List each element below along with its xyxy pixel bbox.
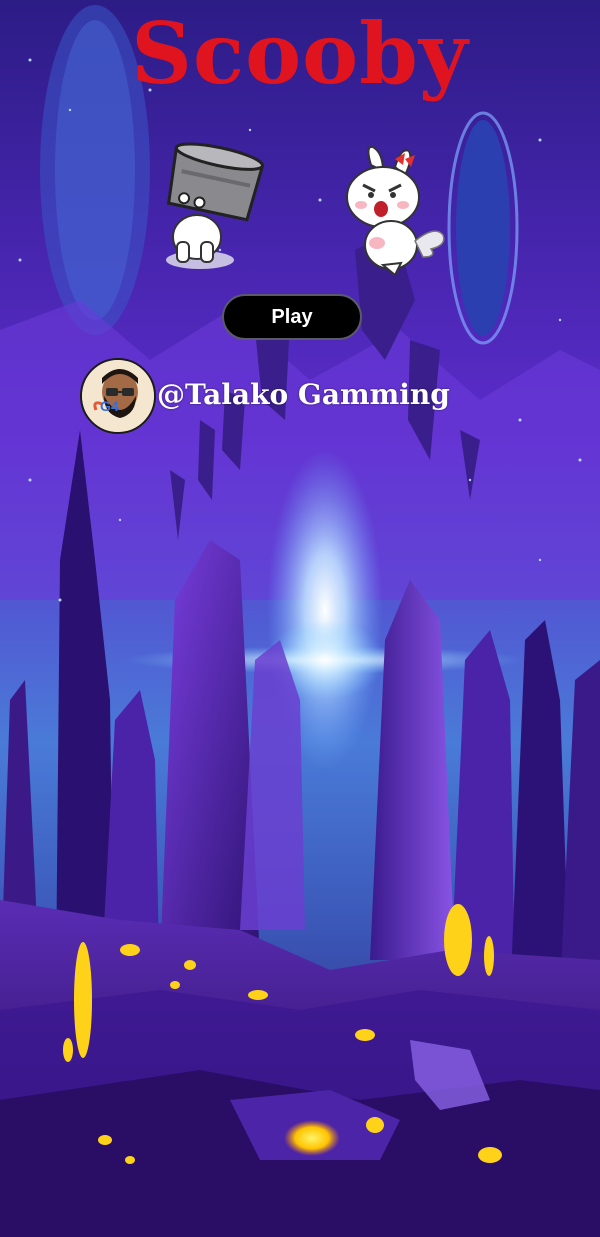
game-screen: Scooby Play G4 @Talako Gamming bbox=[0, 0, 600, 1237]
angry-bunny-icon bbox=[346, 145, 445, 277]
game-title: Scooby bbox=[131, 4, 469, 103]
bearded-gamer-avatar-icon: G4 bbox=[80, 358, 156, 434]
play-button[interactable]: Play bbox=[222, 294, 362, 340]
avatar-badge: G4 bbox=[100, 398, 119, 414]
creator-credit: @Talako Gamming bbox=[157, 378, 450, 411]
fantasy-background bbox=[0, 0, 600, 1237]
bunny-hiding-under-pot-icon bbox=[166, 142, 265, 269]
